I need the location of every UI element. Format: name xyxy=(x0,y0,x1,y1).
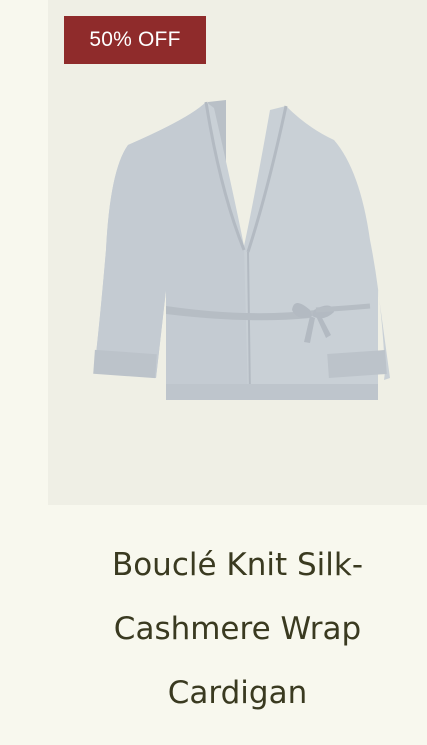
product-title-line[interactable]: Bouclé Knit Silk- xyxy=(48,533,427,597)
product-title[interactable]: Bouclé Knit Silk- Cashmere Wrap Cardigan xyxy=(48,533,427,725)
product-title-line[interactable]: Cashmere Wrap xyxy=(48,597,427,661)
discount-badge: 50% OFF xyxy=(64,16,206,64)
cardigan-product-image[interactable] xyxy=(48,0,427,505)
product-title-line[interactable]: Cardigan xyxy=(48,661,427,725)
